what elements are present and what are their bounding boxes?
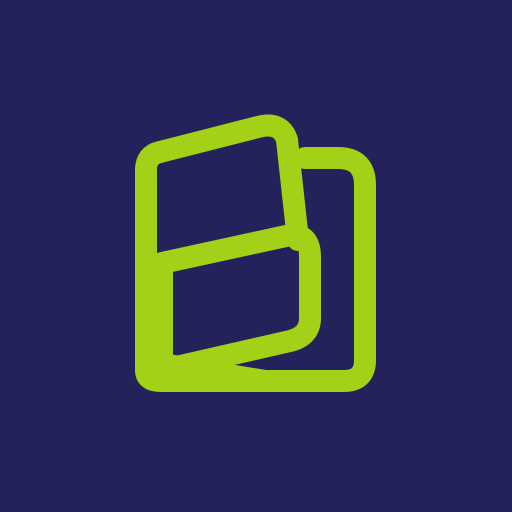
icon-background	[0, 0, 512, 512]
app-icon	[0, 0, 512, 512]
book-b-logo-icon	[0, 0, 512, 512]
